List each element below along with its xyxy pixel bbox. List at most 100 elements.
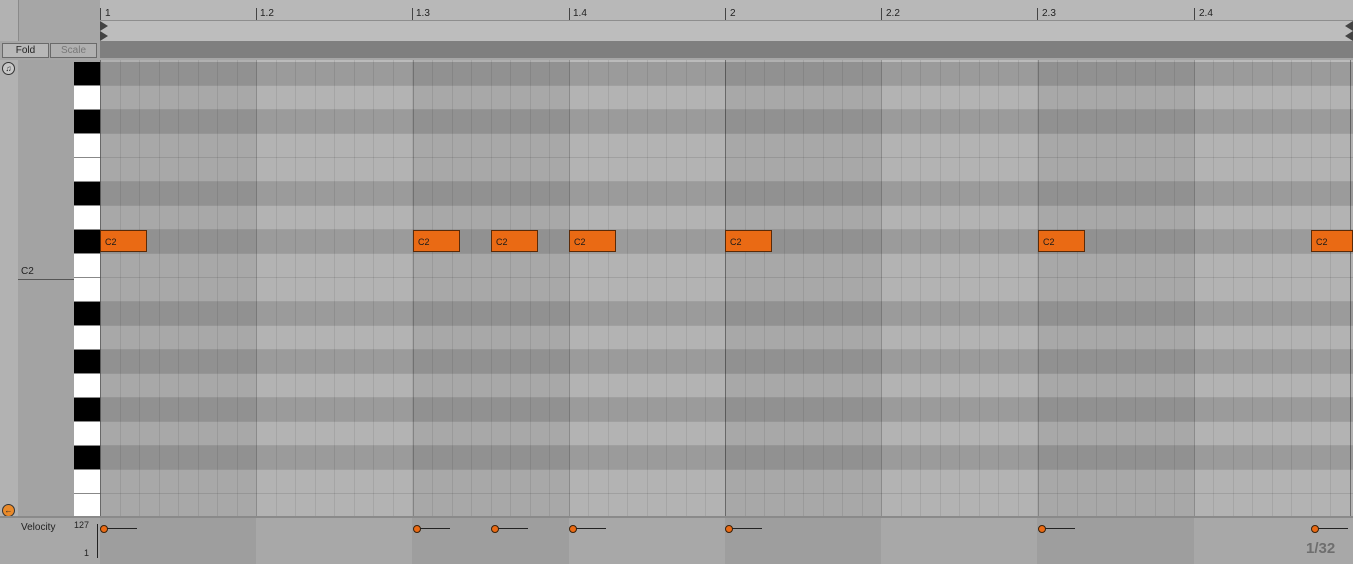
velocity-label: Velocity (21, 522, 56, 533)
clip-start-marker-icon[interactable] (100, 31, 108, 41)
midi-note[interactable]: C2 (725, 230, 772, 252)
timeline-ruler[interactable]: 1 1.2 1.3 1.4 2 2.2 2.3 2.4 (100, 0, 1353, 21)
piano-key-white[interactable] (74, 158, 100, 182)
grid-line (705, 60, 706, 516)
grid-line (686, 60, 687, 516)
grid-quantize-label: 1/32 (1306, 540, 1336, 557)
grid-line (959, 60, 960, 516)
grid-line (1330, 60, 1331, 516)
piano-key-white[interactable] (74, 422, 100, 446)
midi-clip-editor: 1 1.2 1.3 1.4 2 2.2 2.3 2.4 Fold Scale C… (0, 0, 1353, 564)
grid-line (1272, 60, 1273, 516)
left-control-strip (0, 0, 19, 564)
clip-end-marker-icon[interactable] (1345, 31, 1353, 41)
grid-line (784, 60, 785, 516)
piano-key-white[interactable] (74, 278, 100, 302)
piano-key-black[interactable] (74, 110, 100, 134)
loop-end-marker-icon[interactable] (1345, 21, 1353, 31)
velocity-grid[interactable] (100, 518, 1353, 564)
velocity-handle[interactable] (1311, 525, 1319, 533)
velocity-length-line (498, 528, 528, 529)
ruler-label-1-3: 1.3 (416, 8, 430, 19)
midi-note[interactable]: C2 (1311, 230, 1353, 252)
grid-line (1252, 60, 1253, 516)
midi-note[interactable]: C2 (491, 230, 538, 252)
grid-line (842, 60, 843, 516)
grid-line (354, 60, 355, 516)
grid-line (178, 60, 179, 516)
grid-line (413, 60, 414, 516)
midi-note[interactable]: C2 (100, 230, 147, 252)
velocity-handle[interactable] (725, 525, 733, 533)
velocity-axis (97, 524, 98, 558)
piano-key-black[interactable] (74, 350, 100, 374)
velocity-min-label: 1 (84, 548, 90, 558)
grid-line (139, 60, 140, 516)
velocity-length-line (1318, 528, 1348, 529)
ruler-tick (412, 8, 413, 20)
ruler-tick (256, 8, 257, 20)
grid-line (998, 60, 999, 516)
ruler-label-2-2: 2.2 (886, 8, 900, 19)
velocity-length-line (107, 528, 137, 529)
note-grid[interactable]: C2 C2 C2 C2 C2 C2 C2 (100, 60, 1353, 518)
grid-line (608, 60, 609, 516)
grid-line (530, 60, 531, 516)
velocity-handle[interactable] (1038, 525, 1046, 533)
grid-line (1116, 60, 1117, 516)
grid-line (256, 60, 257, 516)
grid-line (1194, 60, 1195, 516)
velocity-handle[interactable] (100, 525, 108, 533)
ruler-label-2-4: 2.4 (1199, 8, 1213, 19)
headphones-icon[interactable]: ♫ (2, 62, 15, 75)
piano-key-white[interactable] (74, 374, 100, 398)
ruler-label-1-2: 1.2 (260, 8, 274, 19)
midi-note[interactable]: C2 (413, 230, 460, 252)
grid-line (901, 60, 902, 516)
midi-note[interactable]: C2 (569, 230, 616, 252)
ruler-tick (1037, 8, 1038, 20)
piano-key-white[interactable] (74, 86, 100, 110)
piano-key-black[interactable] (74, 182, 100, 206)
piano-key-black[interactable] (74, 398, 100, 422)
c2-divider (18, 279, 74, 280)
grid-line (217, 60, 218, 516)
grid-line (862, 60, 863, 516)
loop-start-marker-icon[interactable] (100, 21, 108, 31)
piano-key-black[interactable] (74, 230, 100, 254)
velocity-handle[interactable] (413, 525, 421, 533)
grid-line (1057, 60, 1058, 516)
grid-line (373, 60, 374, 516)
grid-line (393, 60, 394, 516)
grid-line (647, 60, 648, 516)
loop-brace-bar[interactable] (100, 21, 1353, 41)
piano-key-white[interactable] (74, 470, 100, 494)
grid-line (491, 60, 492, 516)
velocity-handle[interactable] (491, 525, 499, 533)
velocity-length-line (1045, 528, 1075, 529)
piano-key-white[interactable] (74, 326, 100, 350)
velocity-handle[interactable] (569, 525, 577, 533)
grid-line (745, 60, 746, 516)
velocity-length-line (420, 528, 450, 529)
piano-key-black[interactable] (74, 62, 100, 86)
piano-key-white[interactable] (74, 134, 100, 158)
grid-line (334, 60, 335, 516)
scale-button[interactable]: Scale (50, 43, 97, 58)
grid-line (1038, 60, 1039, 516)
grid-line (1018, 60, 1019, 516)
grid-line (881, 60, 882, 516)
velocity-beat-shade (100, 518, 256, 564)
grid-line (1096, 60, 1097, 516)
velocity-max-label: 127 (74, 520, 90, 530)
velocity-length-line (576, 528, 606, 529)
piano-key-white[interactable] (74, 254, 100, 278)
fold-button[interactable]: Fold (2, 43, 49, 58)
piano-key-black[interactable] (74, 446, 100, 470)
piano-key-white[interactable] (74, 206, 100, 230)
grid-line (979, 60, 980, 516)
grid-line (276, 60, 277, 516)
piano-key-white[interactable] (74, 494, 100, 518)
piano-key-black[interactable] (74, 302, 100, 326)
midi-note[interactable]: C2 (1038, 230, 1085, 252)
